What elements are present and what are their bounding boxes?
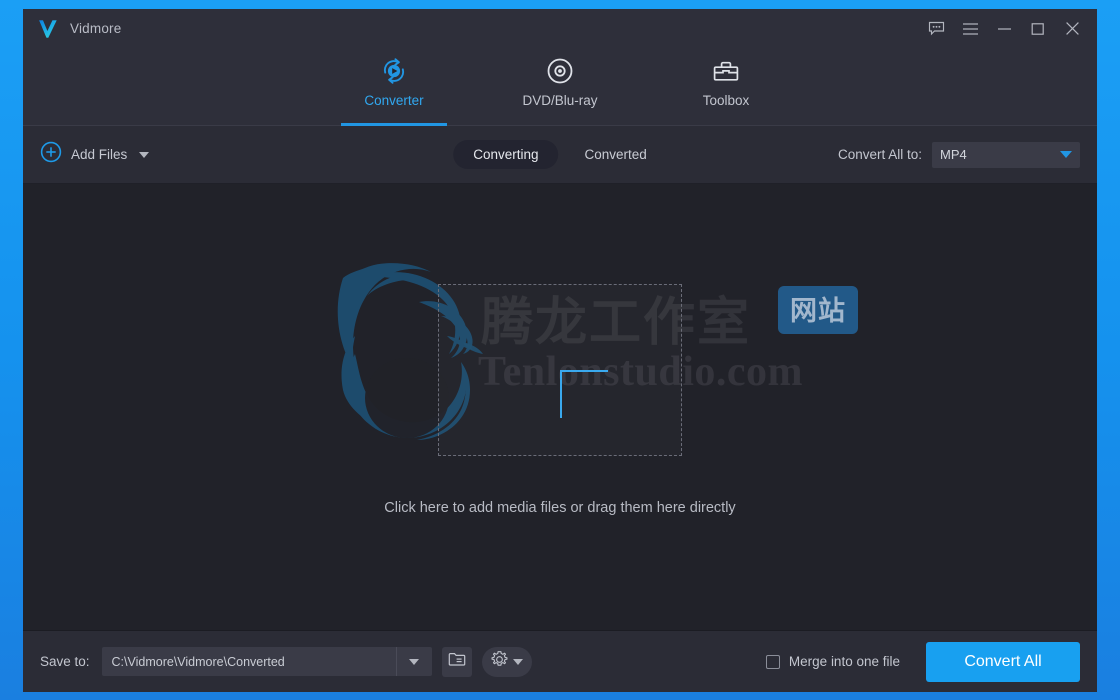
convert-all-to-group: Convert All to: MP4 xyxy=(837,141,1080,168)
vidmore-check-logo-icon xyxy=(36,17,60,41)
hamburger-menu-icon xyxy=(962,22,979,36)
merge-label: Merge into one file xyxy=(788,654,900,669)
save-path-dropdown[interactable] xyxy=(395,647,432,676)
output-format-select[interactable]: MP4 xyxy=(932,141,1080,168)
chevron-down-icon xyxy=(1060,151,1072,158)
watermark-site-badge: 网站 xyxy=(778,286,858,334)
tab-converter-label: Converter xyxy=(364,93,424,108)
brand: Vidmore xyxy=(36,17,121,41)
settings-button[interactable] xyxy=(481,646,532,677)
minimize-icon xyxy=(997,23,1012,35)
merge-into-one-file-toggle[interactable]: Merge into one file xyxy=(765,654,900,669)
browse-folder-button[interactable] xyxy=(441,646,472,677)
toolbox-icon xyxy=(711,54,741,88)
maximize-button[interactable] xyxy=(1021,13,1055,45)
convert-all-button[interactable]: Convert All xyxy=(926,641,1080,682)
gear-icon xyxy=(490,650,509,674)
chevron-down-icon xyxy=(512,658,523,665)
save-to-label: Save to: xyxy=(40,654,90,669)
merge-checkbox[interactable] xyxy=(765,654,780,669)
app-window: Vidmore Converter DVD/Blu-ray Toolbox Ad… xyxy=(23,9,1097,692)
speech-bubble-icon xyxy=(928,21,945,36)
main-content: 腾龙工作室 网站 Tenlonstudio.com Click here to … xyxy=(23,184,1097,630)
tab-dvd-bluray-label: DVD/Blu-ray xyxy=(522,93,598,108)
disc-icon xyxy=(545,54,575,88)
tab-converter[interactable]: Converter xyxy=(340,48,448,126)
app-title: Vidmore xyxy=(70,21,122,36)
status-segmented-control: Converting Converted xyxy=(453,140,667,169)
circle-plus-icon xyxy=(40,141,62,168)
convert-all-to-label: Convert All to: xyxy=(837,147,922,162)
menu-button[interactable] xyxy=(953,13,987,45)
save-path-field[interactable]: C:\Vidmore\Vidmore\Converted xyxy=(101,647,432,676)
feedback-button[interactable] xyxy=(919,13,953,45)
segment-converting[interactable]: Converting xyxy=(453,140,559,169)
add-files-button[interactable]: Add Files xyxy=(40,141,150,168)
save-path-value: C:\Vidmore\Vidmore\Converted xyxy=(111,654,285,669)
main-nav: Converter DVD/Blu-ray Toolbox xyxy=(23,48,1097,126)
chevron-down-icon xyxy=(409,658,420,665)
dropzone-hint: Click here to add media files or drag th… xyxy=(384,500,736,516)
media-dropzone[interactable] xyxy=(438,284,682,456)
convert-refresh-play-icon xyxy=(379,54,409,88)
close-button[interactable] xyxy=(1055,13,1089,45)
close-icon xyxy=(1065,21,1080,36)
chevron-down-icon[interactable] xyxy=(139,151,150,158)
title-bar: Vidmore xyxy=(23,9,1097,48)
folder-icon xyxy=(448,651,466,672)
action-toolbar: Add Files Converting Converted Convert A… xyxy=(23,126,1097,184)
tab-toolbox[interactable]: Toolbox xyxy=(672,48,780,126)
segment-converted[interactable]: Converted xyxy=(565,140,667,169)
desktop-backdrop: Vidmore Converter DVD/Blu-ray Toolbox Ad… xyxy=(0,0,1120,700)
output-format-value: MP4 xyxy=(940,147,967,162)
tab-dvd-bluray[interactable]: DVD/Blu-ray xyxy=(506,48,614,126)
window-controls xyxy=(919,9,1089,48)
tab-toolbox-label: Toolbox xyxy=(702,93,750,108)
add-files-label: Add Files xyxy=(71,147,128,162)
maximize-icon xyxy=(1031,22,1045,36)
bottom-bar: Save to: C:\Vidmore\Vidmore\Converted Me… xyxy=(23,630,1097,692)
minimize-button[interactable] xyxy=(987,13,1021,45)
